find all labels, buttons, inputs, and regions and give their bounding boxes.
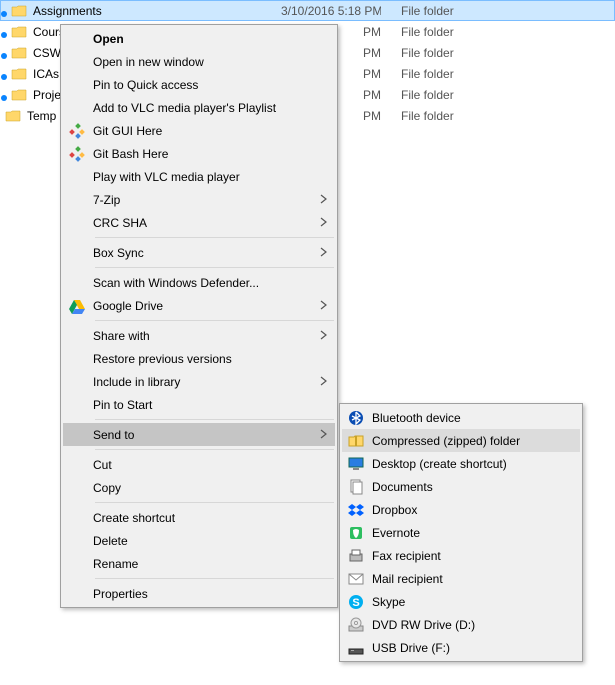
menu-git-gui[interactable]: Git GUI Here (63, 119, 335, 142)
file-type: File folder (381, 67, 454, 81)
folder-icon (11, 45, 27, 61)
folder-icon (11, 24, 27, 40)
menu-rename[interactable]: Rename (63, 552, 335, 575)
sendto-fax[interactable]: Fax recipient (342, 544, 580, 567)
chevron-right-icon (319, 246, 329, 260)
file-date: 3/10/2016 5:18 PM (281, 4, 381, 18)
menu-git-bash[interactable]: Git Bash Here (63, 142, 335, 165)
chevron-right-icon (319, 329, 329, 343)
separator (95, 320, 334, 321)
menu-send-to[interactable]: Send to (63, 423, 335, 446)
file-name: Temp (27, 109, 56, 123)
separator (95, 502, 334, 503)
pin-icon (1, 74, 7, 80)
separator (95, 237, 334, 238)
menu-pin-start[interactable]: Pin to Start (63, 393, 335, 416)
bluetooth-icon (348, 410, 364, 426)
menu-restore-previous[interactable]: Restore previous versions (63, 347, 335, 370)
usb-drive-icon (348, 640, 364, 656)
menu-google-drive[interactable]: Google Drive (63, 294, 335, 317)
pin-icon (1, 32, 7, 38)
file-type: File folder (381, 88, 454, 102)
sendto-dropbox[interactable]: Dropbox (342, 498, 580, 521)
file-name: Assignments (33, 4, 102, 18)
menu-open-new-window[interactable]: Open in new window (63, 50, 335, 73)
chevron-right-icon (319, 299, 329, 313)
sendto-usb-drive[interactable]: USB Drive (F:) (342, 636, 580, 659)
menu-delete[interactable]: Delete (63, 529, 335, 552)
folder-icon (11, 66, 27, 82)
pin-icon (1, 95, 7, 101)
chevron-right-icon (319, 193, 329, 207)
menu-windows-defender[interactable]: Scan with Windows Defender... (63, 271, 335, 294)
pin-icon (1, 11, 7, 17)
sendto-submenu: Bluetooth device Compressed (zipped) fol… (339, 403, 583, 662)
sendto-skype[interactable]: S Skype (342, 590, 580, 613)
file-type: File folder (381, 25, 454, 39)
menu-open[interactable]: Open (63, 27, 335, 50)
separator (95, 578, 334, 579)
menu-play-vlc[interactable]: Play with VLC media player (63, 165, 335, 188)
separator (95, 267, 334, 268)
google-drive-icon (69, 298, 85, 314)
sendto-evernote[interactable]: Evernote (342, 521, 580, 544)
menu-add-vlc-playlist[interactable]: Add to VLC media player's Playlist (63, 96, 335, 119)
context-menu: Open Open in new window Pin to Quick acc… (60, 24, 338, 608)
file-row[interactable]: Assignments 3/10/2016 5:18 PMFile folder (0, 0, 615, 21)
sendto-compressed[interactable]: Compressed (zipped) folder (342, 429, 580, 452)
pin-icon (1, 53, 7, 59)
menu-crc-sha[interactable]: CRC SHA (63, 211, 335, 234)
menu-copy[interactable]: Copy (63, 476, 335, 499)
sendto-bluetooth[interactable]: Bluetooth device (342, 406, 580, 429)
chevron-right-icon (319, 428, 329, 442)
menu-include-library[interactable]: Include in library (63, 370, 335, 393)
menu-box-sync[interactable]: Box Sync (63, 241, 335, 264)
folder-icon (5, 108, 21, 124)
folder-icon (11, 87, 27, 103)
fax-icon (348, 548, 364, 564)
file-type: File folder (381, 109, 454, 123)
sendto-desktop[interactable]: Desktop (create shortcut) (342, 452, 580, 475)
menu-cut[interactable]: Cut (63, 453, 335, 476)
menu-pin-quick-access[interactable]: Pin to Quick access (63, 73, 335, 96)
dropbox-icon (348, 502, 364, 518)
skype-icon: S (348, 594, 364, 610)
chevron-right-icon (319, 216, 329, 230)
evernote-icon (348, 525, 364, 541)
file-type: File folder (381, 46, 454, 60)
desktop-icon (348, 456, 364, 472)
mail-icon (348, 571, 364, 587)
svg-text:S: S (352, 597, 359, 609)
menu-properties[interactable]: Properties (63, 582, 335, 605)
file-name: ICAs (33, 67, 59, 81)
separator (95, 419, 334, 420)
folder-icon (11, 3, 27, 19)
documents-icon (348, 479, 364, 495)
separator (95, 449, 334, 450)
sendto-documents[interactable]: Documents (342, 475, 580, 498)
git-icon (69, 146, 85, 162)
menu-create-shortcut[interactable]: Create shortcut (63, 506, 335, 529)
file-type: File folder (381, 4, 454, 18)
git-icon (69, 123, 85, 139)
sendto-mail[interactable]: Mail recipient (342, 567, 580, 590)
menu-7zip[interactable]: 7-Zip (63, 188, 335, 211)
sendto-dvd-drive[interactable]: DVD RW Drive (D:) (342, 613, 580, 636)
menu-share-with[interactable]: Share with (63, 324, 335, 347)
disc-drive-icon (348, 617, 364, 633)
chevron-right-icon (319, 375, 329, 389)
zip-folder-icon (348, 433, 364, 449)
